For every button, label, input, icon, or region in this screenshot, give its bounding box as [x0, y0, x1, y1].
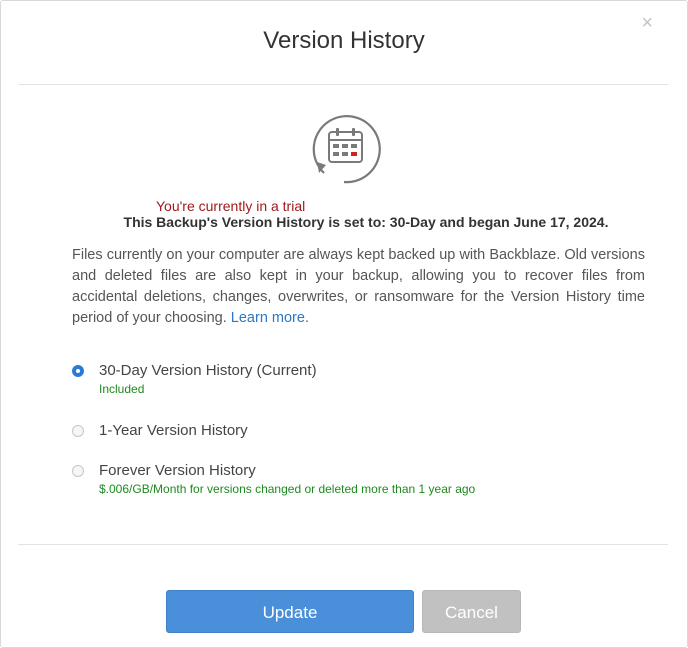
radio-30-day[interactable] [72, 365, 84, 377]
description-paragraph: Files currently on your computer are alw… [72, 245, 645, 329]
learn-more-link[interactable]: Learn more. [231, 310, 309, 326]
radio-forever[interactable] [72, 465, 84, 477]
option-forever[interactable]: Forever Version History $.006/GB/Month f… [72, 462, 632, 502]
option-1-year[interactable]: 1-Year Version History [72, 422, 632, 442]
option-30-day[interactable]: 30-Day Version History (Current) Include… [72, 362, 632, 402]
header-divider [18, 84, 668, 85]
option-label[interactable]: 30-Day Version History (Current) [99, 362, 317, 379]
option-label[interactable]: 1-Year Version History [99, 422, 248, 439]
description-text: Files currently on your computer are alw… [72, 247, 645, 326]
radio-1-year[interactable] [72, 425, 84, 437]
trial-notice: You're currently in a trial [156, 198, 306, 214]
version-history-dialog: × Version History You're currently in a … [0, 0, 688, 648]
current-setting-text: This Backup's Version History is set to:… [123, 214, 609, 230]
option-sublabel: $.006/GB/Month for versions changed or d… [99, 482, 476, 496]
option-label[interactable]: Forever Version History [99, 462, 256, 479]
cancel-button[interactable]: Cancel [422, 590, 521, 633]
footer-divider [18, 544, 668, 545]
dialog-title: Version History [263, 27, 425, 54]
calendar-history-icon [312, 115, 381, 184]
option-sublabel: Included [99, 382, 145, 396]
update-button[interactable]: Update [166, 590, 414, 633]
